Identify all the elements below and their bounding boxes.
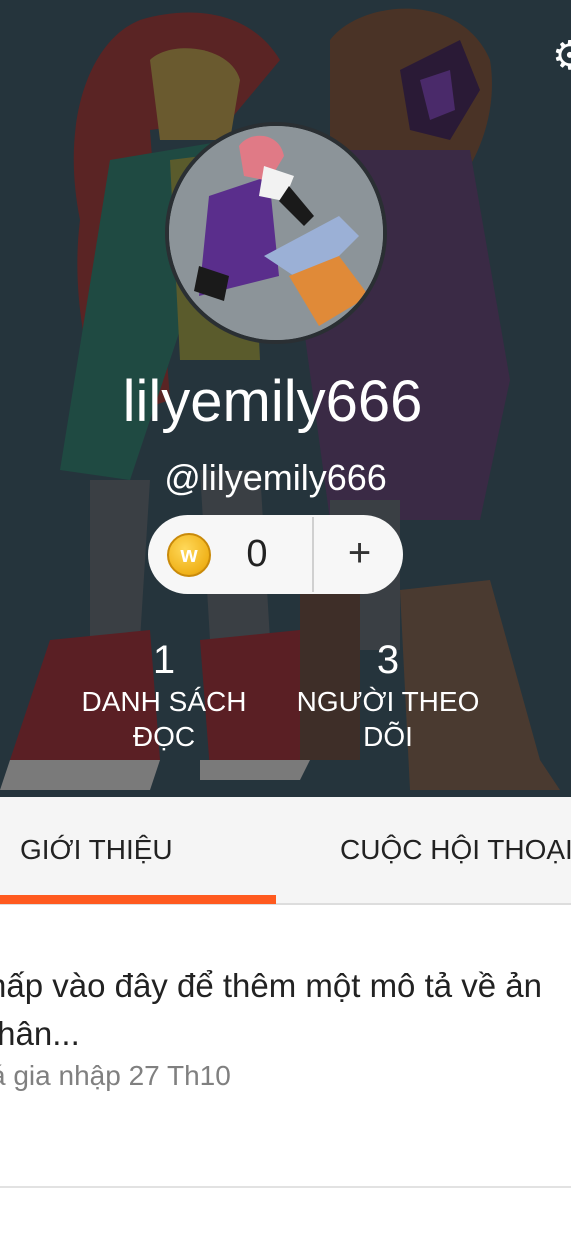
display-name: lilyemily666	[122, 369, 423, 434]
add-coins-button[interactable]: +	[316, 515, 403, 594]
username: @lilyemily666	[164, 457, 387, 498]
profile-tabs: GIỚI THIỆU CUỘC HỘI THOẠI	[0, 797, 571, 905]
followers-count: 3	[376, 638, 400, 682]
reading-lists-label: DANH SÁCH ĐỌC	[81, 686, 247, 752]
avatar-image	[169, 126, 383, 340]
active-tab-indicator	[0, 895, 276, 904]
followers-label: NGƯỜI THEO DÕI	[296, 686, 480, 752]
joined-date: á gia nhập 27 Th10	[0, 1060, 231, 1091]
tab-about[interactable]: GIỚI THIỆU	[20, 797, 173, 903]
description-placeholder[interactable]: hấp vào đây để thêm một mô tả về ản thân…	[0, 962, 568, 1058]
tab-conversations[interactable]: CUỘC HỘI THOẠI	[340, 797, 571, 903]
coin-divider	[312, 517, 314, 592]
about-section: hấp vào đây để thêm một mô tả về ản thân…	[0, 906, 571, 1186]
followers-stat[interactable]: 3 NGƯỜI THEO DÕI	[288, 636, 488, 754]
next-section	[0, 1188, 571, 1237]
avatar[interactable]	[165, 122, 387, 344]
coin-balance-pill: w 0 +	[148, 515, 403, 594]
reading-lists-count: 1	[152, 638, 176, 682]
coin-icon[interactable]: w	[167, 533, 211, 577]
reading-lists-stat[interactable]: 1 DANH SÁCH ĐỌC	[64, 636, 264, 754]
coin-count: 0	[246, 533, 268, 575]
profile-header: ⚙ lilyemily666 @lilyemily666 w 0 + 1 DAN…	[0, 0, 571, 797]
gear-icon[interactable]: ⚙	[552, 36, 571, 76]
